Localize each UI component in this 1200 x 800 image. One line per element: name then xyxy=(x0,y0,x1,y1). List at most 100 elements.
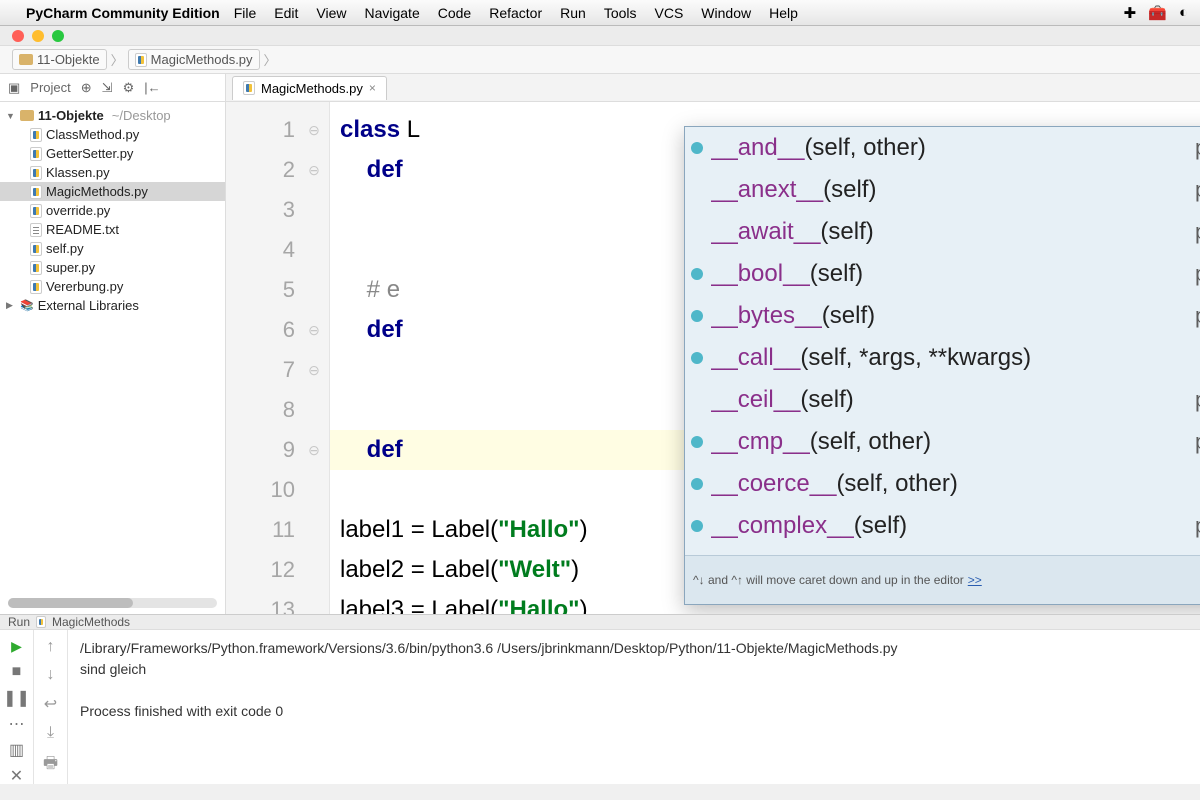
completion-item[interactable]: __complex__(self) predefined xyxy=(685,505,1200,547)
menu-help[interactable]: Help xyxy=(769,5,798,21)
menubar-app-name[interactable]: PyCharm Community Edition xyxy=(26,5,220,21)
tree-file-name: super.py xyxy=(46,260,95,275)
tree-file[interactable]: override.py xyxy=(0,201,225,220)
completion-item[interactable]: __cmp__(self, other) predefined xyxy=(685,421,1200,463)
tree-file[interactable]: self.py xyxy=(0,239,225,258)
completion-bullet-icon xyxy=(691,310,703,322)
close-icon[interactable]: × xyxy=(369,81,376,95)
completion-item[interactable]: __and__(self, other) predefined xyxy=(685,127,1200,169)
menu-window[interactable]: Window xyxy=(701,5,751,21)
tree-file[interactable]: GetterSetter.py xyxy=(0,144,225,163)
completion-item[interactable]: __coerce__(self, other) predef… xyxy=(685,463,1200,505)
tree-file[interactable]: README.txt xyxy=(0,220,225,239)
tray-icon-2[interactable]: 🧰 xyxy=(1148,4,1167,22)
layout-icon[interactable]: ▥ xyxy=(8,742,26,758)
code-completion-popup: __and__(self, other) predefined __anext_… xyxy=(684,126,1200,605)
tray-icon-3[interactable]: ◐ xyxy=(1179,4,1188,22)
window-minimize-icon[interactable] xyxy=(32,30,44,42)
menu-view[interactable]: View xyxy=(316,5,346,21)
tab-label: MagicMethods.py xyxy=(261,81,363,96)
menu-file[interactable]: File xyxy=(234,5,257,21)
run-button[interactable]: ▶ xyxy=(8,638,26,654)
python-file-icon xyxy=(30,147,42,161)
completion-signature: __contains__(self, item) xyxy=(711,549,1200,555)
completion-tag: predefined xyxy=(1195,255,1200,293)
run-subtoolbar: ↑ ↓ ↩ ⤓ 🖶 xyxy=(34,630,68,784)
run-panel-header[interactable]: Run MagicMethods xyxy=(0,615,1200,630)
completion-item[interactable]: __ceil__(self) predefined xyxy=(685,379,1200,421)
expand-icon[interactable]: ▶ xyxy=(6,300,16,311)
stop-button[interactable]: ■ xyxy=(8,664,26,680)
more-icon[interactable]: ⋯ xyxy=(8,716,26,732)
tree-file[interactable]: Klassen.py xyxy=(0,163,225,182)
menu-edit[interactable]: Edit xyxy=(274,5,298,21)
tree-file[interactable]: super.py xyxy=(0,258,225,277)
hint-text: ^↓ and ^↑ will move caret down and up in… xyxy=(693,560,964,600)
menu-run[interactable]: Run xyxy=(560,5,586,21)
tree-file-name: GetterSetter.py xyxy=(46,146,133,161)
completion-tag: predefined xyxy=(1195,507,1200,545)
completion-signature: __ceil__(self) xyxy=(711,381,1185,419)
menu-code[interactable]: Code xyxy=(438,5,471,21)
up-icon[interactable]: ↑ xyxy=(47,638,55,656)
completion-item[interactable]: __bytes__(self) predefined xyxy=(685,295,1200,337)
breadcrumb-file[interactable]: MagicMethods.py xyxy=(128,49,260,70)
wrap-icon[interactable]: ↩ xyxy=(44,694,57,714)
chevron-right-icon: 〉 xyxy=(264,50,277,69)
hint-link[interactable]: >> xyxy=(968,560,982,600)
completion-bullet-icon xyxy=(691,142,703,154)
completion-signature: __complex__(self) xyxy=(711,507,1185,545)
sidebar-toolbar: ▣ Project ⊕ ⇲ ⚙ |← xyxy=(0,74,225,102)
tree-file[interactable]: Vererbung.py xyxy=(0,277,225,296)
expand-icon[interactable]: ▼ xyxy=(6,111,16,121)
breadcrumb-file-label: MagicMethods.py xyxy=(151,52,253,67)
down-icon[interactable]: ↓ xyxy=(47,666,55,684)
completion-bullet-icon xyxy=(691,478,703,490)
completion-hint: ^↓ and ^↑ will move caret down and up in… xyxy=(685,555,1200,604)
menu-vcs[interactable]: VCS xyxy=(655,5,684,21)
project-sidebar: ▣ Project ⊕ ⇲ ⚙ |← ▼ 11-Objekte ~/Deskto… xyxy=(0,74,226,614)
window-zoom-icon[interactable] xyxy=(52,30,64,42)
menu-refactor[interactable]: Refactor xyxy=(489,5,542,21)
menu-navigate[interactable]: Navigate xyxy=(364,5,419,21)
tree-file-name: README.txt xyxy=(46,222,119,237)
python-file-icon xyxy=(30,128,42,142)
tree-file[interactable]: ClassMethod.py xyxy=(0,125,225,144)
completion-item[interactable]: __bool__(self) predefined xyxy=(685,253,1200,295)
tree-file-name: ClassMethod.py xyxy=(46,127,139,142)
tray-icon-1[interactable]: ✚ xyxy=(1124,4,1137,22)
window-close-icon[interactable] xyxy=(12,30,24,42)
tree-file[interactable]: MagicMethods.py xyxy=(0,182,225,201)
menu-tools[interactable]: Tools xyxy=(604,5,637,21)
close-icon[interactable]: ✕ xyxy=(8,768,26,784)
python-file-icon xyxy=(30,185,42,199)
print-icon[interactable]: 🖶 xyxy=(43,752,58,779)
tree-root[interactable]: ▼ 11-Objekte ~/Desktop xyxy=(0,106,225,125)
code-editor[interactable]: 12345678910111213 ⊖⊖⊖⊖⊖ class L def # e … xyxy=(226,102,1200,614)
sidebar-tool-2[interactable]: ⇲ xyxy=(102,80,113,96)
tree-file-name: self.py xyxy=(46,241,84,256)
scroll-icon[interactable]: ⤓ xyxy=(47,724,54,742)
python-file-icon xyxy=(30,204,42,218)
gutter: 12345678910111213 ⊖⊖⊖⊖⊖ xyxy=(226,102,330,614)
tree-root-path: ~/Desktop xyxy=(112,108,171,123)
collapse-icon[interactable]: |← xyxy=(144,80,160,95)
window-controls xyxy=(0,26,1200,46)
python-file-icon xyxy=(30,166,42,180)
completion-bullet-icon xyxy=(691,520,703,532)
tree-external-libs[interactable]: ▶ 📚 External Libraries xyxy=(0,296,225,315)
completion-item[interactable]: __contains__(self, item) prede xyxy=(685,547,1200,555)
completion-item[interactable]: __await__(self) predefined xyxy=(685,211,1200,253)
sidebar-scrollbar[interactable] xyxy=(8,598,217,608)
completion-signature: __call__(self, *args, **kwargs) xyxy=(711,339,1200,377)
completion-item[interactable]: __anext__(self) predefined xyxy=(685,169,1200,211)
project-tool-icon[interactable]: ▣ xyxy=(8,80,20,96)
completion-item[interactable]: __call__(self, *args, **kwargs) xyxy=(685,337,1200,379)
run-output[interactable]: /Library/Frameworks/Python.framework/Ver… xyxy=(68,630,1200,784)
python-file-icon xyxy=(243,81,255,95)
pause-button[interactable]: ❚❚ xyxy=(8,690,26,706)
gear-icon[interactable]: ⚙ xyxy=(123,80,135,96)
sidebar-tool-1[interactable]: ⊕ xyxy=(81,80,92,96)
breadcrumb-root[interactable]: 11-Objekte xyxy=(12,49,107,70)
editor-tab[interactable]: MagicMethods.py × xyxy=(232,76,387,100)
